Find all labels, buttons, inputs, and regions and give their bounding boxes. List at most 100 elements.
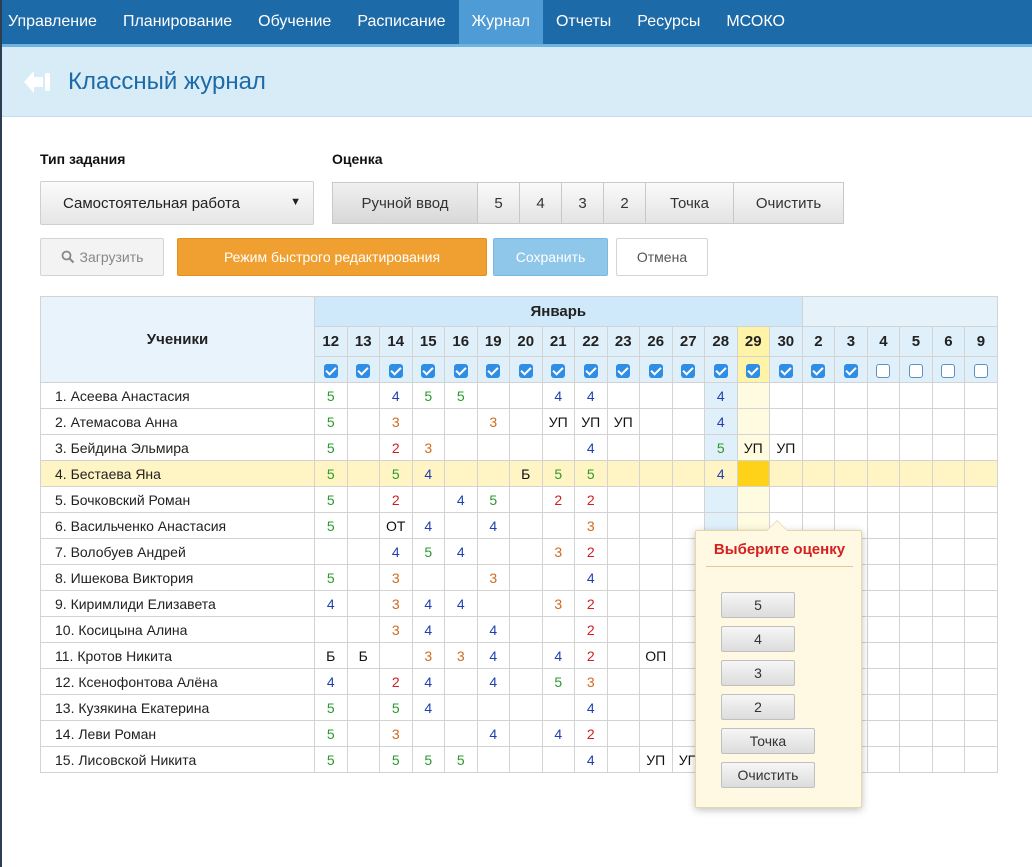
- grade-cell[interactable]: 4: [411, 668, 445, 695]
- grade-cell[interactable]: Б: [314, 642, 348, 669]
- grade-cell[interactable]: УП: [639, 746, 673, 773]
- grade-cell[interactable]: [346, 460, 380, 487]
- grade-cell[interactable]: [834, 460, 868, 487]
- grade-cell[interactable]: [866, 512, 901, 539]
- grade-cell[interactable]: [606, 460, 640, 487]
- grade-cell[interactable]: 3: [379, 590, 413, 617]
- day-checkbox[interactable]: [713, 363, 728, 378]
- grade-cell[interactable]: [931, 564, 966, 591]
- grade-cell[interactable]: [736, 408, 770, 435]
- grade-cell[interactable]: [866, 408, 901, 435]
- student-name[interactable]: 5. Бочковский Роман: [40, 486, 315, 513]
- grade-cell[interactable]: 2: [541, 486, 575, 513]
- grade-cell[interactable]: [866, 668, 901, 695]
- grade-mode-3-button[interactable]: 3: [562, 182, 604, 224]
- student-name[interactable]: 15. Лисовской Никита: [40, 746, 315, 773]
- grade-cell[interactable]: 4: [476, 642, 510, 669]
- day-header[interactable]: 9: [964, 326, 998, 357]
- grade-cell[interactable]: 5: [379, 694, 413, 721]
- grade-cell[interactable]: 3: [541, 590, 575, 617]
- grade-cell[interactable]: 4: [476, 616, 510, 643]
- grade-cell[interactable]: 5: [411, 382, 445, 409]
- grade-cell[interactable]: [509, 382, 543, 409]
- grade-cell[interactable]: [866, 694, 901, 721]
- day-header[interactable]: 3: [834, 326, 868, 357]
- grade-cell[interactable]: [346, 746, 380, 773]
- grade-cell[interactable]: [866, 486, 901, 513]
- grade-cell[interactable]: [931, 668, 966, 695]
- grade-cell[interactable]: 3: [574, 668, 608, 695]
- grade-cell[interactable]: 5: [704, 434, 738, 461]
- day-checkbox[interactable]: [388, 363, 403, 378]
- grade-cell[interactable]: 5: [314, 720, 348, 747]
- grade-cell[interactable]: [639, 694, 673, 721]
- grade-cell[interactable]: [411, 408, 445, 435]
- grade-cell[interactable]: 4: [574, 564, 608, 591]
- grade-cell[interactable]: 2: [574, 538, 608, 565]
- grade-cell[interactable]: [866, 460, 901, 487]
- day-checkbox[interactable]: [356, 363, 371, 378]
- day-checkbox[interactable]: [746, 363, 761, 378]
- grade-cell[interactable]: [509, 668, 543, 695]
- grade-cell[interactable]: [606, 538, 640, 565]
- grade-cell[interactable]: [801, 408, 836, 435]
- grade-cell[interactable]: [801, 460, 836, 487]
- grade-cell[interactable]: [606, 746, 640, 773]
- grade-cell[interactable]: 5: [314, 486, 348, 513]
- grade-cell[interactable]: [736, 382, 770, 409]
- grade-cell[interactable]: 4: [444, 590, 478, 617]
- grade-cell[interactable]: 3: [379, 564, 413, 591]
- grade-cell[interactable]: 4: [574, 746, 608, 773]
- load-button[interactable]: Загрузить: [40, 238, 164, 276]
- grade-cell[interactable]: [964, 564, 998, 591]
- grade-cell[interactable]: [346, 538, 380, 565]
- day-checkbox[interactable]: [811, 363, 826, 378]
- grade-cell[interactable]: 3: [411, 434, 445, 461]
- day-header[interactable]: 21: [541, 326, 575, 357]
- day-header[interactable]: 20: [509, 326, 543, 357]
- nav-item-4[interactable]: Журнал: [458, 0, 543, 44]
- task-type-select[interactable]: Самостоятельная работа ▼: [40, 181, 314, 225]
- grade-cell[interactable]: [931, 434, 966, 461]
- grade-mode-dot-button[interactable]: Точка: [646, 182, 734, 224]
- grade-cell[interactable]: [606, 434, 640, 461]
- day-checkbox[interactable]: [421, 363, 436, 378]
- grade-cell[interactable]: [801, 486, 836, 513]
- back-arrow-icon[interactable]: [20, 65, 54, 99]
- grade-cell[interactable]: [801, 434, 836, 461]
- day-checkbox[interactable]: [876, 363, 891, 378]
- grade-cell[interactable]: [899, 746, 933, 773]
- day-header[interactable]: 16: [444, 326, 478, 357]
- student-name[interactable]: 14. Леви Роман: [40, 720, 315, 747]
- grade-cell[interactable]: [834, 434, 868, 461]
- day-checkbox[interactable]: [681, 363, 696, 378]
- grade-cell[interactable]: [899, 434, 933, 461]
- grade-cell[interactable]: [411, 720, 445, 747]
- grade-cell[interactable]: 2: [574, 642, 608, 669]
- day-checkbox[interactable]: [616, 363, 631, 378]
- grade-cell[interactable]: [346, 408, 380, 435]
- grade-cell[interactable]: [541, 512, 575, 539]
- grade-cell[interactable]: 4: [411, 694, 445, 721]
- grade-cell[interactable]: [509, 538, 543, 565]
- grade-cell[interactable]: 4: [541, 382, 575, 409]
- grade-cell[interactable]: 4: [704, 460, 738, 487]
- day-checkbox[interactable]: [973, 363, 988, 378]
- grade-cell[interactable]: [931, 382, 966, 409]
- grade-cell[interactable]: [899, 616, 933, 643]
- grade-cell[interactable]: [769, 460, 803, 487]
- day-header[interactable]: 30: [769, 326, 803, 357]
- grade-cell[interactable]: [899, 486, 933, 513]
- day-header[interactable]: 29: [736, 326, 770, 357]
- grade-cell[interactable]: [899, 590, 933, 617]
- grade-cell[interactable]: [444, 668, 478, 695]
- grade-cell[interactable]: 4: [476, 720, 510, 747]
- grade-cell[interactable]: [509, 642, 543, 669]
- grade-cell[interactable]: Б: [509, 460, 543, 487]
- grade-option-5[interactable]: 5: [721, 592, 795, 618]
- grade-cell[interactable]: 5: [314, 694, 348, 721]
- grade-cell[interactable]: [964, 746, 998, 773]
- grade-cell[interactable]: [964, 486, 998, 513]
- grade-cell[interactable]: 4: [704, 382, 738, 409]
- grade-cell[interactable]: [509, 616, 543, 643]
